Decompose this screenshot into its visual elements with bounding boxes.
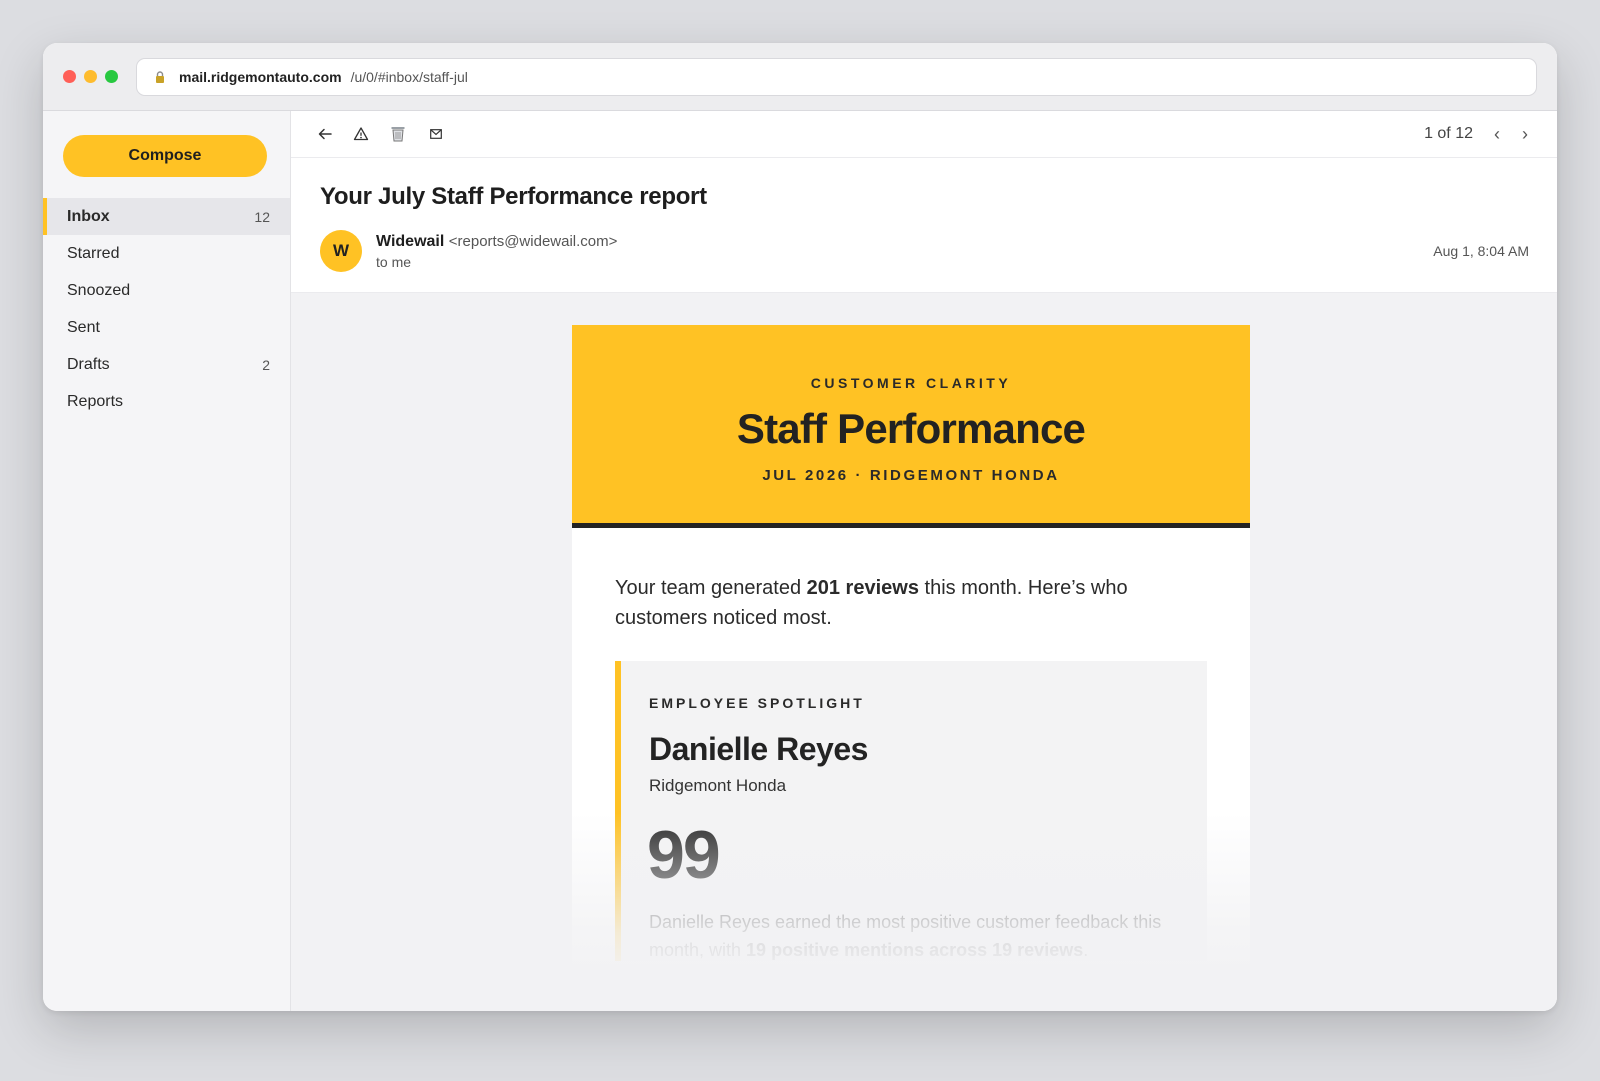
next-message-button[interactable]: › — [1515, 123, 1535, 145]
intro-paragraph: Your team generated 201 reviews this mon… — [615, 573, 1195, 633]
hero-subtitle: JUL 2026 · RIDGEMONT HONDA — [762, 467, 1060, 484]
email-card: CUSTOMER CLARITY Staff Performance JUL 2… — [572, 325, 1250, 1011]
intro-highlight: 201 reviews — [806, 577, 919, 599]
sidebar-item-reports[interactable]: Reports — [43, 383, 290, 420]
sidebar-item-drafts[interactable]: Drafts 2 — [43, 346, 290, 383]
sidebar-item-starred[interactable]: Starred — [43, 235, 290, 272]
message-header: Your July Staff Performance report W Wid… — [291, 158, 1557, 293]
compose-button[interactable]: Compose — [63, 135, 267, 177]
mail-sidebar: Compose Inbox 12 Starred Snoozed Sent Dr… — [43, 111, 291, 1011]
sidebar-item-label: Drafts — [67, 355, 110, 373]
intro-text: Your team generated — [615, 577, 807, 599]
message-subject: Your July Staff Performance report — [320, 183, 707, 210]
spotlight-desc-end: . — [1083, 940, 1089, 960]
lock-icon — [156, 71, 164, 83]
drafts-count-badge: 2 — [262, 356, 270, 373]
message-toolbar: 1 of 12 ‹ › — [291, 111, 1557, 158]
spotlight-desc-highlight: 19 positive mentions across 19 reviews — [746, 940, 1084, 960]
browser-window: mail.ridgemontauto.com /u/0/#inbox/staff… — [43, 43, 1557, 1011]
spotlight-dealer: Ridgemont Honda — [649, 776, 787, 795]
url-host: mail.ridgemontauto.com — [179, 69, 342, 85]
sidebar-item-label: Sent — [67, 318, 100, 336]
sidebar-item-label: Starred — [67, 244, 120, 262]
sender-info: Widewail <reports@widewail.com> — [376, 233, 617, 251]
spotlight-description: Danielle Reyes earned the most positive … — [649, 908, 1189, 964]
message-date: Aug 1, 8:04 AM — [1433, 243, 1529, 259]
unread-count-badge: 12 — [254, 208, 270, 225]
pagination-text: 1 of 12 — [1424, 125, 1473, 142]
sidebar-item-snoozed[interactable]: Snoozed — [43, 272, 290, 309]
sidebar-item-label: Snoozed — [67, 281, 131, 299]
spotlight-eyebrow: EMPLOYEE SPOTLIGHT — [649, 695, 865, 711]
address-bar[interactable]: mail.ridgemontauto.com /u/0/#inbox/staff… — [136, 58, 1537, 96]
close-window-button[interactable] — [63, 70, 76, 83]
sender-name: Widewail — [376, 233, 445, 250]
minimize-window-button[interactable] — [84, 70, 97, 83]
maximize-window-button[interactable] — [105, 70, 118, 83]
trash-icon[interactable] — [388, 124, 408, 144]
hero-title: Staff Performance — [736, 405, 1086, 452]
message-view: 1 of 12 ‹ › Your July Staff Performance … — [291, 111, 1557, 1011]
spotlight-score: 99 — [647, 817, 721, 893]
sidebar-item-label: Inbox — [67, 207, 110, 225]
hero-eyebrow: CUSTOMER CLARITY — [810, 375, 1012, 391]
previous-message-button[interactable]: ‹ — [1487, 123, 1507, 145]
sender-email: <reports@widewail.com> — [448, 233, 618, 250]
recipient-text: to me — [376, 254, 412, 270]
back-arrow-icon[interactable] — [315, 124, 335, 144]
url-path: /u/0/#inbox/staff-jul — [350, 69, 468, 85]
employee-spotlight-card: EMPLOYEE SPOTLIGHT Danielle Reyes Ridgem… — [615, 661, 1207, 961]
folder-list: Inbox 12 Starred Snoozed Sent Drafts 2 R… — [43, 198, 290, 420]
sender-avatar: W — [320, 230, 362, 272]
email-hero-banner: CUSTOMER CLARITY Staff Performance JUL 2… — [572, 325, 1250, 528]
mark-unread-icon[interactable] — [426, 124, 446, 144]
spotlight-employee-name: Danielle Reyes — [649, 731, 868, 767]
email-body: CUSTOMER CLARITY Staff Performance JUL 2… — [291, 293, 1557, 1011]
sidebar-item-sent[interactable]: Sent — [43, 309, 290, 346]
report-spam-icon[interactable] — [351, 124, 371, 144]
sidebar-item-inbox[interactable]: Inbox 12 — [43, 198, 290, 235]
browser-titlebar: mail.ridgemontauto.com /u/0/#inbox/staff… — [43, 43, 1557, 111]
sidebar-item-label: Reports — [67, 392, 124, 410]
